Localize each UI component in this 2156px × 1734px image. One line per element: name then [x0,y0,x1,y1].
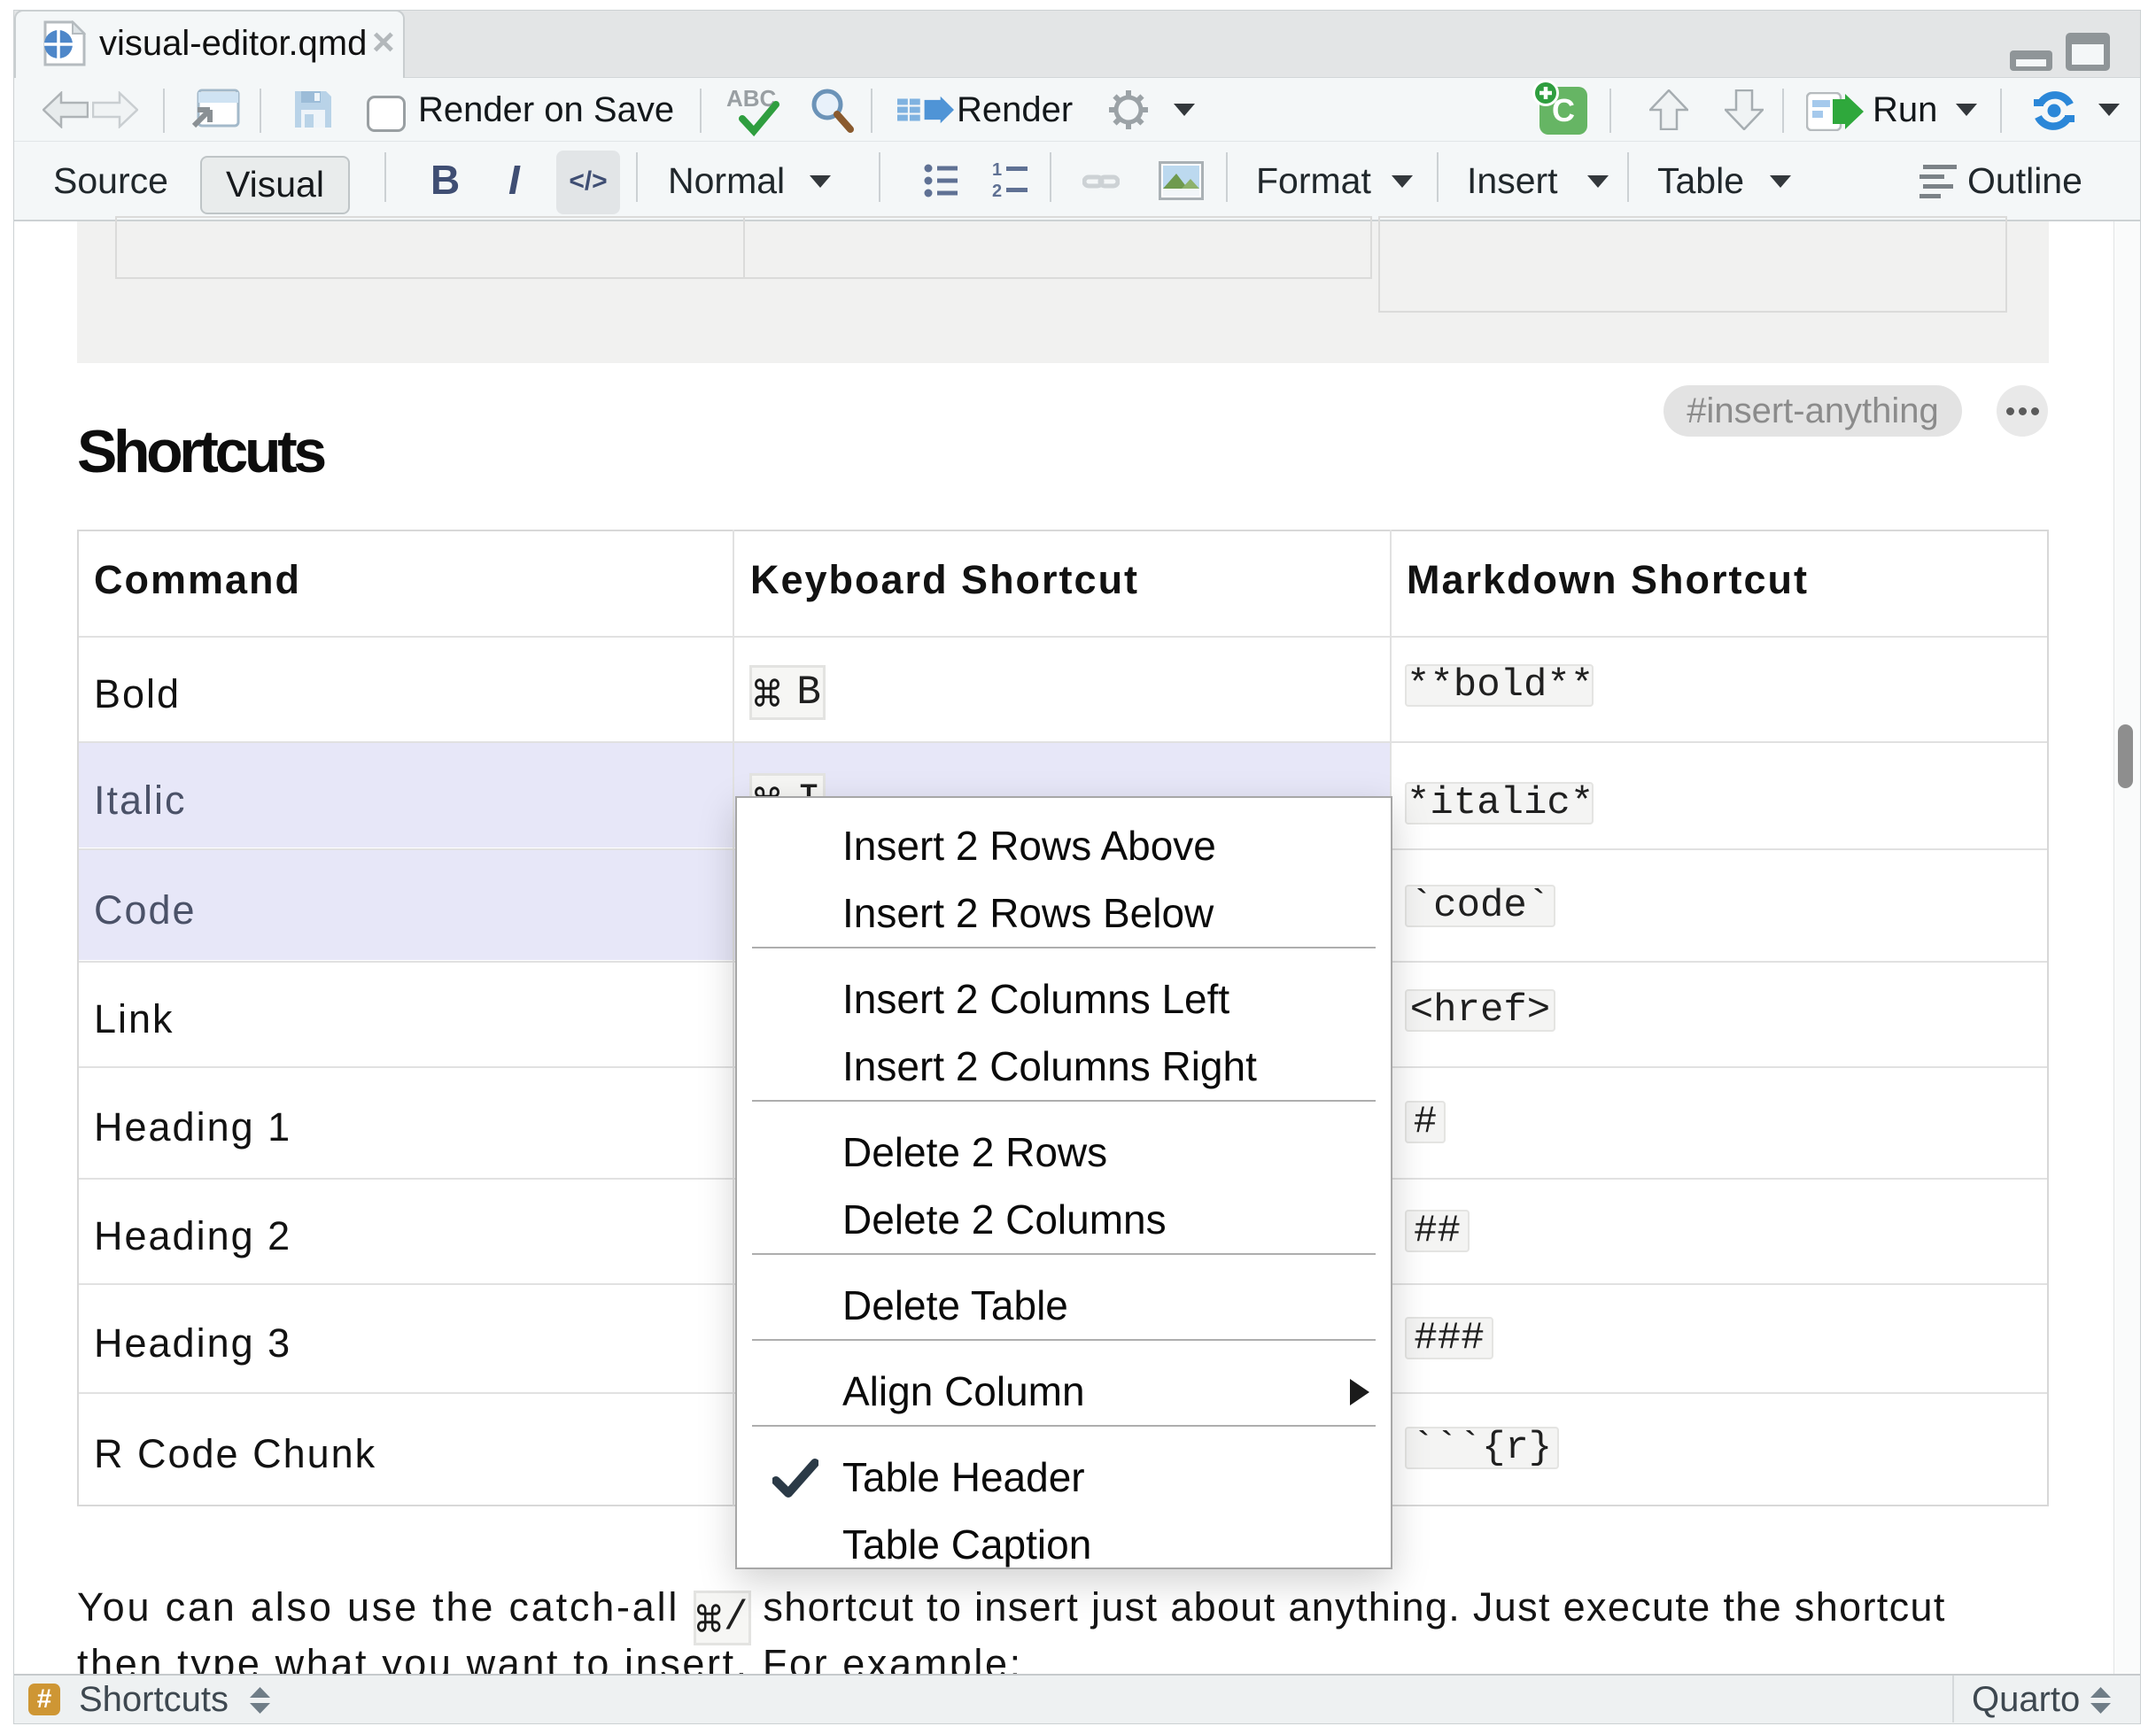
svg-text:1: 1 [992,161,1002,180]
svg-text:2: 2 [992,182,1002,200]
